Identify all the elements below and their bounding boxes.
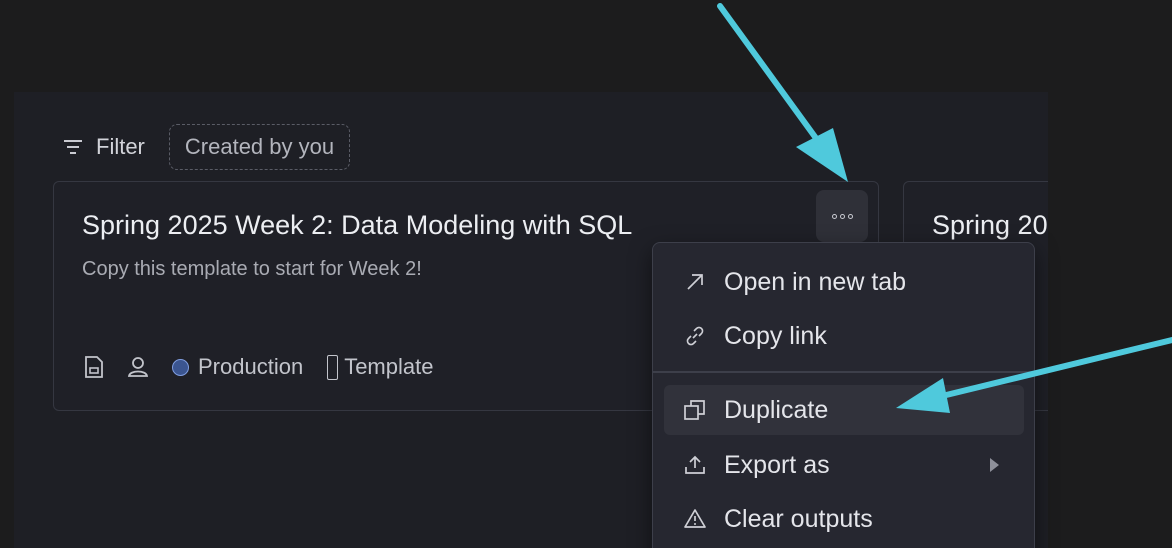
menu-item-label: Copy link (724, 321, 827, 350)
duplicate-icon (681, 396, 709, 424)
filter-icon (64, 140, 82, 154)
more-dot-icon (839, 213, 845, 219)
project-description: Copy this template to start for Week 2! (82, 258, 422, 280)
arrow-up-right-icon (681, 268, 709, 296)
status-dot-icon (172, 358, 189, 376)
tag-icon (327, 354, 339, 380)
menu-item-label: Clear outputs (724, 504, 873, 533)
menu-item-label: Duplicate (724, 395, 829, 424)
link-icon (681, 322, 709, 350)
screen: Filter Created by you Spring 2025 Week 2… (0, 0, 1172, 548)
status-label: Production (198, 354, 304, 379)
project-context-menu: Open in new tab Copy link Duplicate Expo… (652, 242, 1035, 548)
user-icon (126, 354, 150, 380)
filter-bar: Filter Created by you (60, 124, 351, 170)
more-options-button[interactable] (816, 190, 868, 242)
menu-divider (653, 371, 1034, 373)
menu-item-duplicate[interactable]: Duplicate (664, 385, 1024, 435)
project-title[interactable]: Spring 20 (932, 210, 1048, 241)
filter-button[interactable]: Filter (60, 134, 145, 160)
tag-label: Template (344, 354, 434, 379)
status-badge: Production (172, 354, 303, 380)
more-dot-icon (831, 213, 837, 219)
notebook-icon (82, 354, 106, 380)
menu-item-label: Open in new tab (724, 267, 907, 296)
menu-item-clear-outputs[interactable]: Clear outputs (664, 494, 1024, 544)
menu-item-copy-link[interactable]: Copy link (664, 311, 1024, 361)
more-dot-icon (847, 213, 853, 219)
menu-item-label: Export as (724, 450, 830, 479)
upload-icon (681, 451, 709, 479)
menu-item-export-as[interactable]: Export as (664, 440, 1024, 490)
tag-badge: Template (327, 354, 433, 380)
project-meta: Production Template (82, 354, 433, 380)
warning-icon (681, 505, 709, 533)
filter-chip-label: Created by you (184, 134, 335, 159)
project-title[interactable]: Spring 2025 Week 2: Data Modeling with S… (82, 210, 632, 241)
chevron-right-icon (988, 451, 1000, 480)
filter-chip-created-by-you[interactable]: Created by you (168, 124, 351, 170)
filter-label: Filter (96, 134, 145, 159)
menu-item-open-in-new-tab[interactable]: Open in new tab (664, 257, 1024, 307)
